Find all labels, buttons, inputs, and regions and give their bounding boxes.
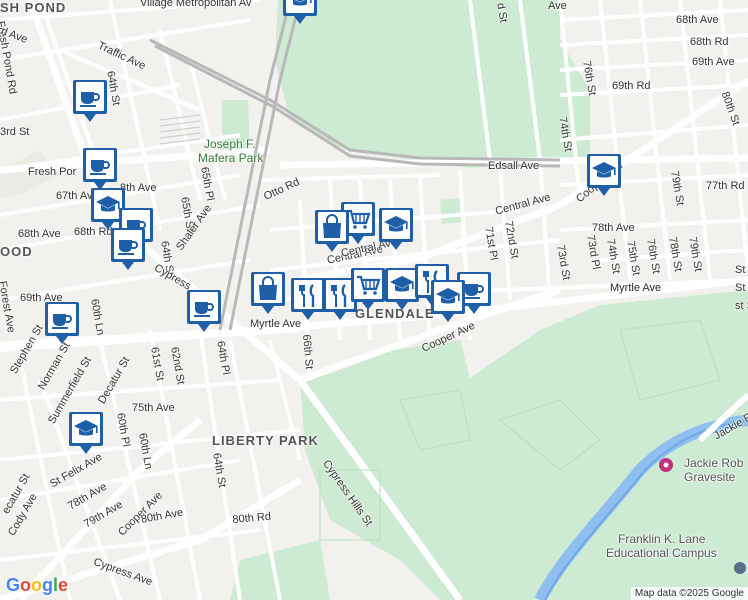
campus-marker-icon[interactable] <box>734 562 746 574</box>
map-marker-coffee-icon[interactable] <box>44 300 80 346</box>
school-icon <box>587 154 621 196</box>
map-marker-school-icon[interactable] <box>586 152 622 198</box>
map-marker-shopping-bag-icon[interactable] <box>250 270 286 316</box>
shopping-bag-icon <box>315 210 349 252</box>
map-marker-school-icon[interactable] <box>378 206 414 252</box>
grocery-icon <box>351 268 385 310</box>
map-marker-shopping-bag-icon[interactable] <box>314 208 350 254</box>
coffee-icon <box>73 80 107 122</box>
map-marker-school-icon[interactable] <box>430 278 466 324</box>
coffee-icon <box>187 290 221 332</box>
coffee-icon <box>111 228 145 270</box>
coffee-icon <box>45 302 79 344</box>
map-attribution[interactable]: Map data ©2025 Google <box>630 587 748 600</box>
google-logo: Google <box>6 575 69 595</box>
map-marker-school-icon[interactable] <box>68 410 104 456</box>
school-icon <box>379 208 413 250</box>
map-marker-coffee-icon[interactable] <box>110 226 146 272</box>
map-marker-restaurant-icon[interactable] <box>290 276 326 322</box>
shopping-bag-icon <box>251 272 285 314</box>
map-marker-grocery-icon[interactable] <box>350 266 386 312</box>
restaurant-icon <box>291 278 325 320</box>
school-icon <box>69 412 103 454</box>
school-icon <box>431 280 465 322</box>
map-canvas[interactable]: GLENDALE LIBERTY PARK OOD SH POND Joseph… <box>0 0 748 600</box>
map-marker-coffee-icon[interactable] <box>186 288 222 334</box>
map-marker-coffee-icon[interactable] <box>72 78 108 124</box>
map-marker-school-icon[interactable] <box>282 0 318 26</box>
school-icon <box>283 0 317 24</box>
